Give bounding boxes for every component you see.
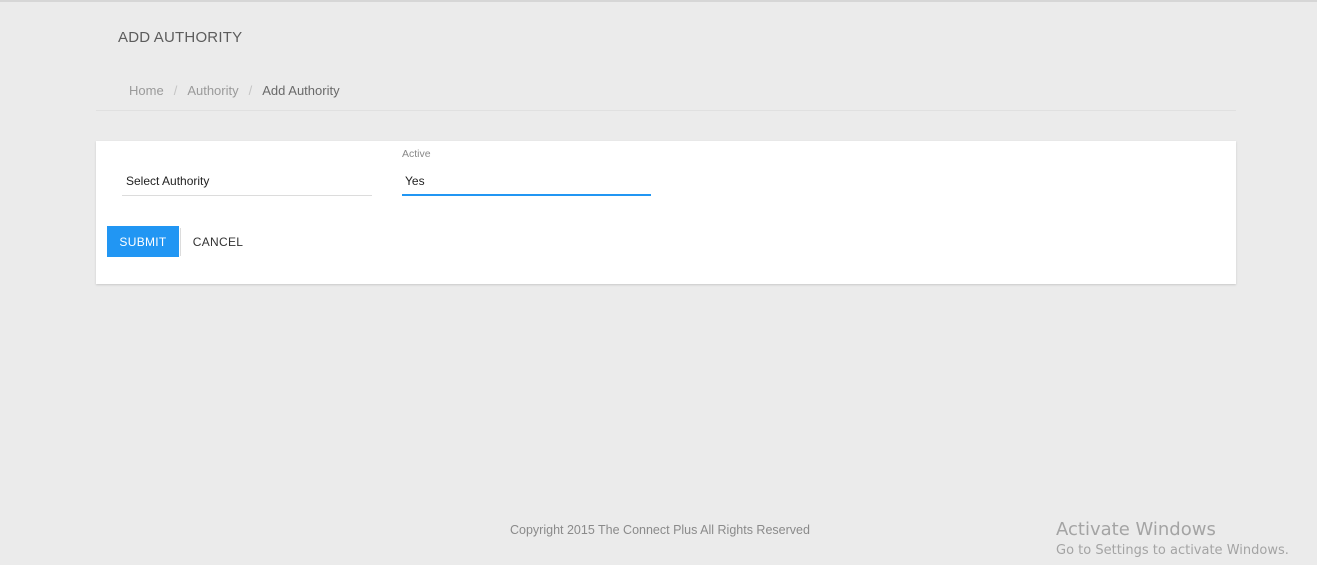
breadcrumb-authority-link[interactable]: Authority — [187, 83, 238, 98]
breadcrumb-separator: / — [173, 83, 178, 98]
breadcrumb: Home / Authority / Add Authority — [129, 83, 340, 98]
watermark-subtitle: Go to Settings to activate Windows. — [1056, 543, 1289, 558]
form-card: Select Authority Active Yes SUBMIT CANCE… — [96, 141, 1236, 284]
breadcrumb-home-link[interactable]: Home — [129, 83, 164, 98]
page-title: ADD AUTHORITY — [118, 29, 243, 46]
breadcrumb-current: Add Authority — [262, 83, 340, 98]
authority-select-value: Select Authority — [126, 174, 210, 188]
header-divider — [96, 110, 1236, 111]
top-border — [0, 0, 1317, 2]
authority-select[interactable]: Select Authority — [122, 171, 372, 196]
watermark-title: Activate Windows — [1056, 519, 1216, 540]
breadcrumb-separator: / — [248, 83, 253, 98]
activate-windows-watermark: Activate Windows Go to Settings to activ… — [1056, 519, 1289, 561]
active-select[interactable]: Yes — [402, 171, 651, 196]
cancel-button[interactable]: CANCEL — [185, 226, 251, 257]
footer-copyright: Copyright 2015 The Connect Plus All Righ… — [510, 523, 810, 537]
active-select-value: Yes — [405, 174, 425, 188]
submit-button[interactable]: SUBMIT — [107, 226, 179, 257]
active-field-label: Active — [402, 148, 431, 160]
button-divider — [180, 228, 181, 256]
